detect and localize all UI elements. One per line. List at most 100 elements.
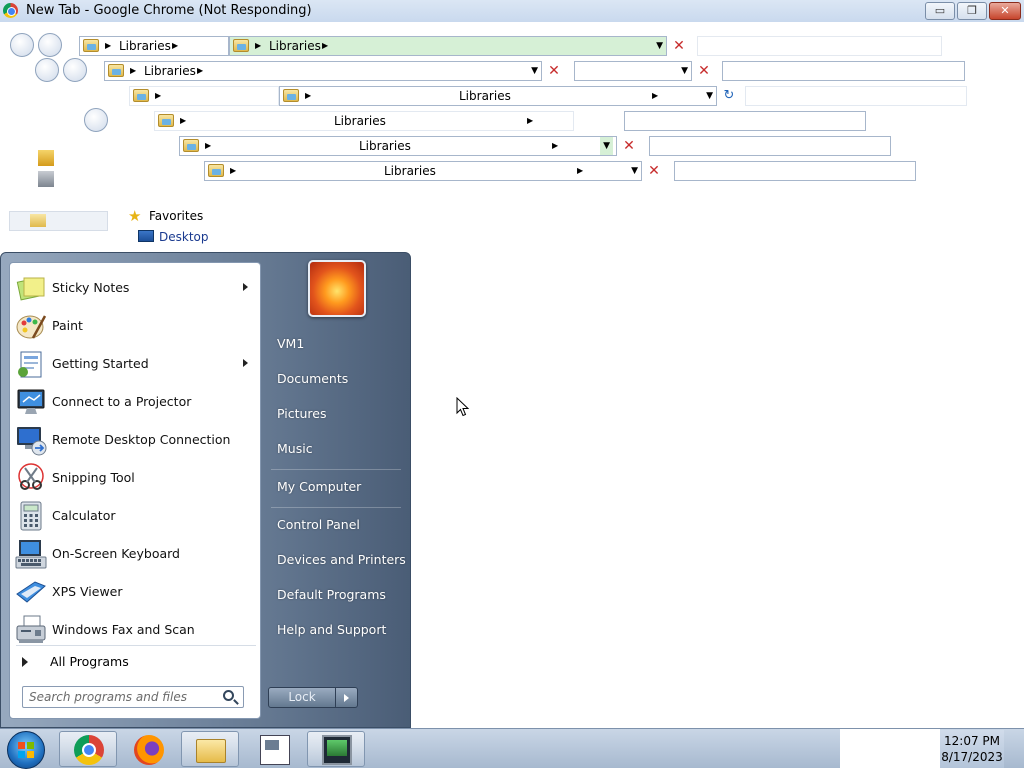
chevron-right-icon: ▶ [230,166,237,175]
taskbar-firefox[interactable] [119,731,177,767]
breadcrumb-libraries[interactable]: Libraries [269,37,321,55]
dropdown-arrow-icon[interactable]: ▼ [531,62,538,80]
taskbar-gap [840,729,940,769]
address-bar[interactable]: ▶ Libraries ▶ [79,36,229,56]
forward-button[interactable] [38,33,62,57]
breadcrumb-libraries[interactable]: Libraries [359,137,411,155]
breadcrumb-libraries[interactable]: Libraries [384,162,436,180]
address-bar[interactable]: ▶ [129,86,279,106]
address-bar[interactable]: ▼ [574,61,692,81]
search-input[interactable] [674,161,916,181]
start-button[interactable] [7,731,45,769]
start-item-devices-printers[interactable]: Devices and Printers [269,545,407,575]
start-item-my-computer[interactable]: My Computer [269,472,407,502]
forward-button[interactable] [63,58,87,82]
taskbar-chrome[interactable] [59,731,117,767]
program-calculator[interactable]: Calculator [10,497,260,535]
start-item-default-programs[interactable]: Default Programs [269,580,407,610]
back-button[interactable] [10,33,34,57]
address-bar[interactable]: ▶ Libraries ▶ ▼ [104,61,542,81]
lock-button[interactable]: Lock [268,687,336,708]
chevron-right-icon: ▶ [255,41,262,50]
chevron-right-icon: ▶ [105,41,112,50]
fax-scan-icon [16,615,46,643]
close-icon[interactable]: ✕ [619,136,639,156]
menu-separator [271,469,401,470]
program-fax-scan[interactable]: Windows Fax and Scan [10,611,260,649]
remote-desktop-icon [17,427,47,456]
user-avatar[interactable] [308,260,366,317]
program-snipping-tool[interactable]: Snipping Tool [10,459,260,497]
submenu-arrow-icon[interactable] [243,359,248,367]
minimize-button[interactable]: ▭ [925,2,955,20]
paint-icon [16,315,47,339]
start-item-documents[interactable]: Documents [269,364,407,394]
taskbar-explorer[interactable] [181,731,239,767]
dropdown-arrow-icon[interactable]: ▼ [681,62,688,80]
dropdown-arrow-icon[interactable]: ▼ [706,87,713,105]
search-icon[interactable] [223,690,234,701]
start-item-help-support[interactable]: Help and Support [269,615,407,645]
all-programs-button[interactable]: All Programs [10,649,260,675]
close-icon[interactable]: ✕ [544,61,564,81]
back-button[interactable] [84,108,108,132]
start-item-control-panel[interactable]: Control Panel [269,510,407,540]
address-bar[interactable]: ▶ Libraries ▶ ▼ [204,161,642,181]
my-computer-label: My Computer [277,479,362,494]
chevron-right-icon: ▶ [197,66,204,75]
folder-icon [196,739,226,763]
search-programs-input[interactable] [22,686,244,708]
taskbar-monitor-app[interactable] [307,731,365,767]
dropdown-arrow-icon[interactable]: ▼ [600,137,613,155]
library-folder-icon [208,164,224,177]
dropdown-arrow-icon[interactable]: ▼ [631,162,638,180]
chrome-titlebar[interactable]: New Tab - Google Chrome (Not Responding)… [0,0,1024,22]
shutdown-options-arrow[interactable] [336,687,358,708]
favorites-label[interactable]: Favorites [149,209,203,223]
address-bar[interactable]: ▶ Libraries ▶ ▼ [179,136,617,156]
close-icon[interactable]: ✕ [669,36,689,56]
refresh-icon[interactable]: ↻ [719,86,739,106]
taskbar [0,728,1024,769]
close-button[interactable]: ✕ [989,2,1021,20]
nav-pane-libraries[interactable] [9,211,108,231]
recent-places-icon [38,171,54,187]
search-input[interactable] [745,86,967,106]
system-clock[interactable]: 12:07 PM 8/17/2023 [940,730,1004,768]
start-item-user[interactable]: VM1 [269,329,407,359]
desktop-link[interactable]: Desktop [159,230,209,244]
breadcrumb-libraries[interactable]: Libraries [144,62,196,80]
program-xps-viewer[interactable]: XPS Viewer [10,573,260,611]
program-connect-projector[interactable]: Connect to a Projector [10,383,260,421]
close-icon[interactable]: ✕ [694,61,714,81]
submenu-arrow-icon[interactable] [243,283,248,291]
search-input[interactable] [697,36,942,56]
program-getting-started[interactable]: Getting Started [10,345,260,383]
start-item-music[interactable]: Music [269,434,407,464]
search-input[interactable] [649,136,891,156]
search-input[interactable] [624,111,866,131]
breadcrumb-libraries[interactable]: Libraries [334,112,386,130]
library-folder-icon [133,89,149,102]
projector-icon [17,389,45,414]
taskbar-document-app[interactable] [245,731,303,767]
address-bar[interactable]: ▶ Libraries ▶ ▼ [279,86,717,106]
breadcrumb-libraries[interactable]: Libraries [119,37,171,55]
back-button[interactable] [35,58,59,82]
dropdown-arrow-icon[interactable]: ▼ [656,37,663,55]
program-on-screen-keyboard[interactable]: On-Screen Keyboard [10,535,260,573]
library-folder-icon [108,64,124,77]
start-item-pictures[interactable]: Pictures [269,399,407,429]
address-bar[interactable]: ▶ Libraries ▶ ▼ [229,36,667,56]
program-sticky-notes[interactable]: Sticky Notes [10,269,260,307]
maximize-button[interactable]: ❐ [957,2,987,20]
calculator-icon [20,501,42,531]
search-input[interactable] [722,61,965,81]
program-paint[interactable]: Paint [10,307,260,345]
program-remote-desktop[interactable]: Remote Desktop Connection [10,421,260,459]
monitor-icon [322,735,352,765]
chevron-right-icon: ▶ [652,91,659,100]
close-icon[interactable]: ✕ [644,161,664,181]
address-bar[interactable]: ▶ Libraries ▶ [154,111,574,131]
breadcrumb-libraries[interactable]: Libraries [459,87,511,105]
